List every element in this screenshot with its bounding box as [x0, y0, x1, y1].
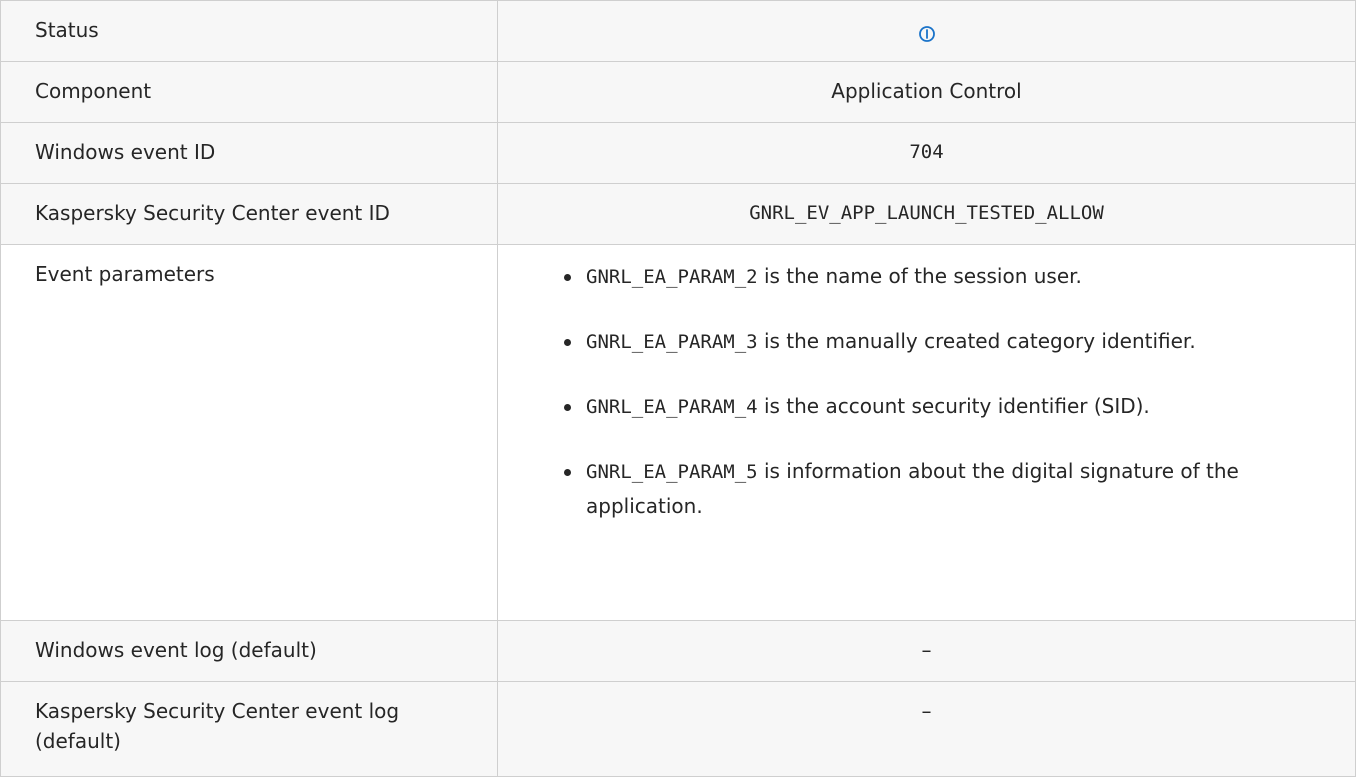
list-item: GNRL_EA_PARAM_3 is the manually created …: [564, 324, 1315, 359]
param-description: is the manually created category identif…: [757, 329, 1196, 353]
status-label: Status: [0, 0, 498, 62]
windows-event-log-label: Windows event log (default): [0, 620, 498, 682]
event-parameters-label: Event parameters: [0, 244, 498, 621]
list-item: GNRL_EA_PARAM_5 is information about the…: [564, 454, 1315, 523]
table-row-component: Component Application Control: [0, 61, 1356, 123]
list-item: GNRL_EA_PARAM_4 is the account security …: [564, 389, 1315, 424]
table-row-ksc-event-log: Kaspersky Security Center event log (def…: [0, 681, 1356, 777]
param-code: GNRL_EA_PARAM_5: [586, 461, 758, 483]
windows-event-id-value: 704: [497, 122, 1356, 184]
table-row-ksc-event-id: Kaspersky Security Center event ID GNRL_…: [0, 183, 1356, 245]
event-details-table: Status Component Application Control Win…: [0, 0, 1356, 777]
param-code: GNRL_EA_PARAM_2: [586, 266, 758, 288]
windows-event-id-label: Windows event ID: [0, 122, 498, 184]
param-code: GNRL_EA_PARAM_4: [586, 396, 758, 418]
table-row-event-parameters: Event parameters GNRL_EA_PARAM_2 is the …: [0, 244, 1356, 621]
param-description: is the account security identifier (SID)…: [757, 394, 1150, 418]
param-code: GNRL_EA_PARAM_3: [586, 331, 758, 353]
status-value: [497, 0, 1356, 62]
param-description: is the name of the session user.: [757, 264, 1082, 288]
event-parameters-value: GNRL_EA_PARAM_2 is the name of the sessi…: [497, 244, 1356, 621]
windows-event-log-value: –: [497, 620, 1356, 682]
ksc-event-log-value: –: [497, 681, 1356, 777]
ksc-event-id-value: GNRL_EV_APP_LAUNCH_TESTED_ALLOW: [497, 183, 1356, 245]
component-label: Component: [0, 61, 498, 123]
bullet-icon: [564, 404, 571, 411]
bullet-icon: [564, 469, 571, 476]
table-row-windows-event-id: Windows event ID 704: [0, 122, 1356, 184]
info-icon: [918, 21, 936, 42]
ksc-event-id-label: Kaspersky Security Center event ID: [0, 183, 498, 245]
bullet-icon: [564, 339, 571, 346]
ksc-event-log-label: Kaspersky Security Center event log (def…: [0, 681, 498, 777]
table-row-windows-event-log: Windows event log (default) –: [0, 620, 1356, 682]
bullet-icon: [564, 274, 571, 281]
table-row-status: Status: [0, 0, 1356, 62]
component-value: Application Control: [497, 61, 1356, 123]
list-item: GNRL_EA_PARAM_2 is the name of the sessi…: [564, 259, 1315, 294]
parameter-list: GNRL_EA_PARAM_2 is the name of the sessi…: [498, 245, 1355, 523]
